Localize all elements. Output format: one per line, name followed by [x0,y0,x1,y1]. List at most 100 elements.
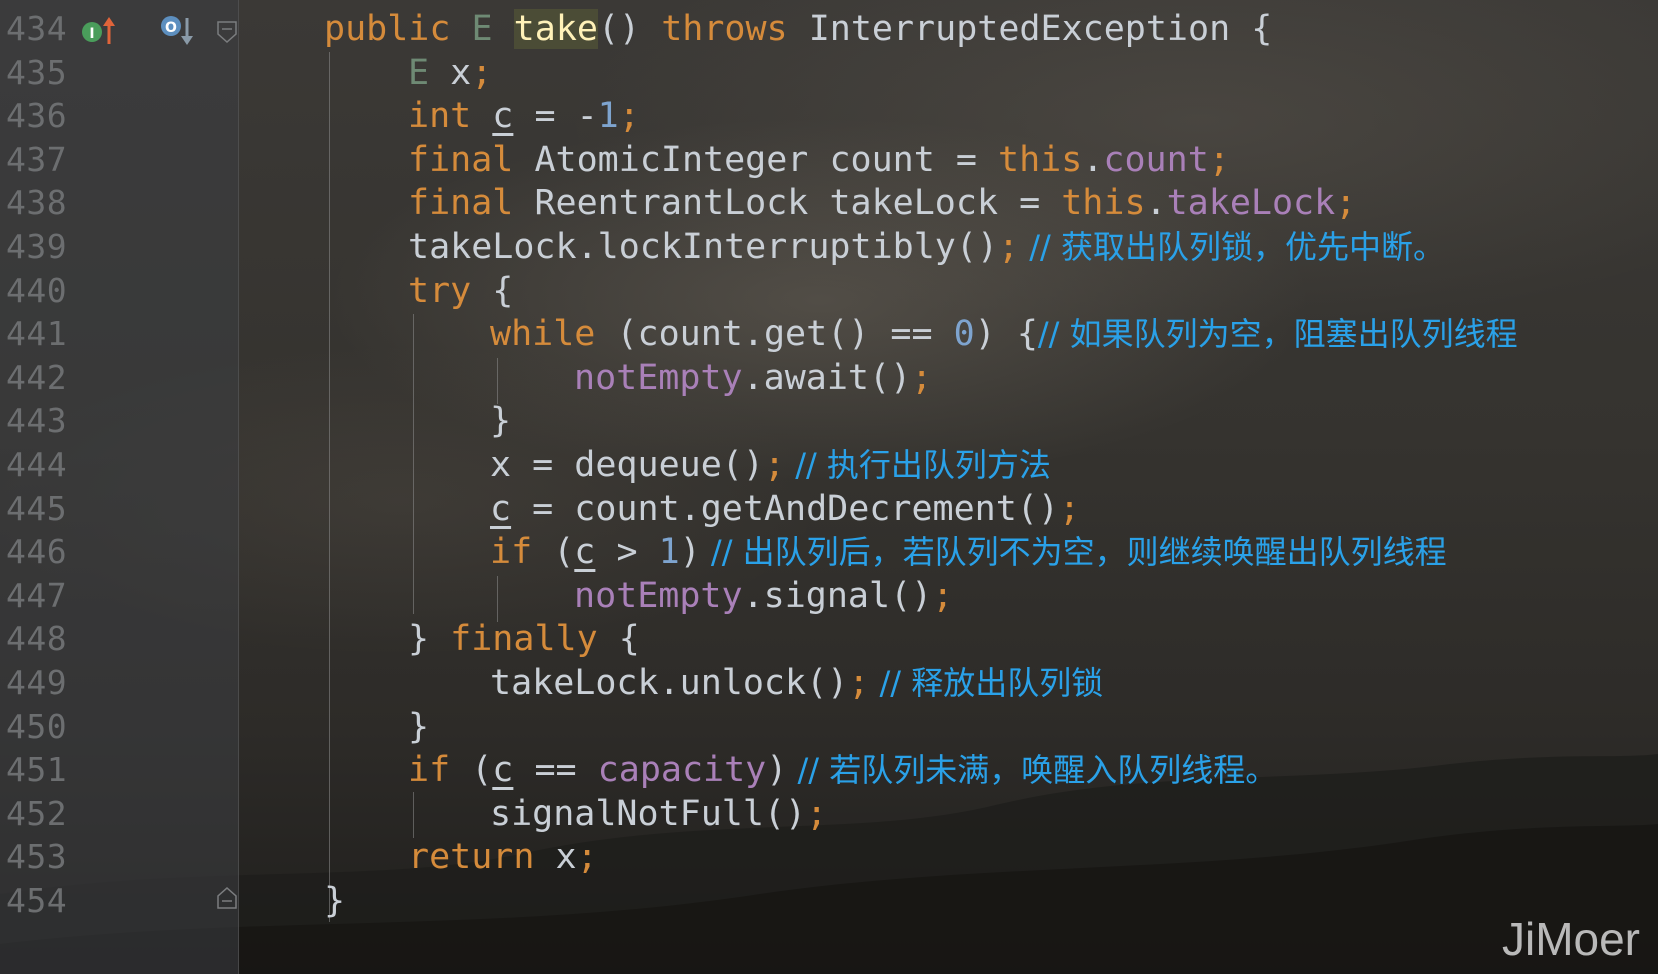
code-token: { [618,619,640,660]
code-line[interactable]: 451 if (c == capacity) // 若队列未满，唤醒入队列线程。 [0,747,1658,793]
code-text: try { [408,268,513,314]
code-token: InterruptedException { [808,9,1273,49]
code-token: ) { [974,314,1038,355]
code-text: takeLock.lockInterruptibly(); // 获取出队列锁，… [408,224,1445,270]
line-number: 453 [6,837,68,877]
line-number: 444 [6,445,68,484]
code-token: . [1082,139,1104,180]
code-line[interactable]: 437 final AtomicInteger count = this.coun… [0,137,1658,183]
code-comment: // 执行出队列方法 [785,446,1051,484]
line-number: 443 [6,401,68,441]
code-token: x [555,837,577,878]
code-line[interactable]: 453 return x; [0,834,1658,880]
code-line[interactable]: 435 E x; [0,50,1658,96]
code-line[interactable]: 443} [0,398,1658,444]
code-token: ; [848,663,870,703]
code-token: } [324,881,346,921]
code-text: notEmpty.await(); [574,355,932,401]
code-text: notEmpty.signal(); [574,573,953,619]
code-token: ReentrantLock takeLock = [534,183,1062,224]
code-line[interactable]: 442 notEmpty.await(); [0,355,1658,401]
code-line[interactable]: 441 while (count.get() == 0) {// 如果队列为空，阻… [0,311,1658,357]
code-token: capacity [597,750,767,791]
line-number: 438 [6,183,68,223]
code-token: .await() [742,357,912,398]
code-token: = count.getAndDecrement() [511,488,1059,529]
code-text: } finally { [408,616,640,662]
code-token: count [1103,139,1209,180]
code-line[interactable]: 438 final ReentrantLock takeLock = this.t… [0,180,1658,226]
code-token: x [450,52,472,93]
code-token: } [490,401,512,442]
code-token: take [513,9,598,49]
code-token: c [574,532,596,573]
line-number: 454 [6,881,68,920]
code-token: c [492,750,514,791]
code-token: ; [576,837,598,878]
code-line[interactable]: 445 c = count.getAndDecrement(); [0,486,1658,532]
code-token: } [408,619,451,660]
line-number: 450 [6,706,68,746]
code-line[interactable]: 434 public E take() throws InterruptedExc… [0,6,1658,52]
code-token: . [1145,183,1167,224]
code-text: if (c > 1) // 出队列后，若队列不为空，则继续唤醒出队列线程 [490,529,1447,575]
code-line[interactable]: 450} [0,704,1658,750]
code-line[interactable]: 448} finally { [0,616,1658,662]
line-number: 451 [6,750,68,790]
code-token: ; [1058,488,1081,529]
line-number: 439 [6,227,68,266]
code-line[interactable]: 436 int c = -1; [0,93,1658,139]
code-token: finally [450,619,619,660]
code-text: return x; [408,834,598,880]
code-token: ; [932,575,954,616]
line-number: 446 [6,532,68,572]
code-text: int c = -1; [408,93,640,139]
code-token: ; [618,96,640,137]
code-token: notEmpty [574,575,743,616]
code-token: final [408,139,535,180]
code-token: notEmpty [574,357,743,398]
code-token: ( [471,750,493,791]
code-token: AtomicInteger count = [534,139,999,180]
code-token: 0 [953,314,975,355]
code-line[interactable]: 446 if (c > 1) // 出队列后，若队列不为空，则继续唤醒出队列线程 [0,529,1658,575]
code-token: ; [763,445,786,485]
code-text: public E take() throws InterruptedExcept… [324,6,1272,52]
code-comment: // 出队列后，若队列不为空，则继续唤醒出队列线程 [700,533,1447,572]
code-line[interactable]: 440 try { [0,268,1658,314]
code-token: if [408,750,472,791]
code-comment: // 获取出队列锁，优先中断。 [1019,228,1446,266]
code-token: > [595,532,659,573]
code-line[interactable]: 452 signalNotFull(); [0,791,1658,837]
code-token: int [408,96,493,137]
code-line[interactable]: 447 notEmpty.signal(); [0,573,1658,619]
code-token: c [490,488,512,529]
code-token: while [490,314,617,355]
code-text: final ReentrantLock takeLock = this.take… [408,180,1356,226]
code-token: x = dequeue() [490,445,764,485]
line-number: 441 [6,314,68,354]
line-number: 440 [6,270,68,310]
code-line[interactable]: 444 x = dequeue(); // 执行出队列方法 [0,442,1658,488]
code-text: E x; [408,50,492,96]
code-line[interactable]: 449 takeLock.unlock(); // 释放出队列锁 [0,660,1658,706]
code-token: ; [998,227,1020,267]
code-line[interactable]: 454} [0,878,1658,924]
code-token: c [492,96,514,137]
code-line[interactable]: 439 takeLock.lockInterruptibly(); // 获取出队… [0,224,1658,270]
code-token: 1 [658,532,680,573]
line-number: 442 [6,357,68,397]
line-number: 434 [6,9,68,48]
code-text: } [490,398,511,444]
code-token: 1 [597,96,619,137]
code-token: try [408,270,493,311]
code-comment: // 如果队列为空，阻塞出队列线程 [1037,315,1518,354]
line-number: 437 [6,139,68,179]
code-token: takeLock.lockInterruptibly() [408,227,999,267]
code-token: (count.get() == [616,314,954,355]
watermark: JiMoer [1501,913,1640,965]
line-number: 449 [6,663,68,702]
code-text: signalNotFull(); [490,791,827,837]
code-text: final AtomicInteger count = this.count; [408,137,1230,183]
line-number: 445 [6,488,68,528]
